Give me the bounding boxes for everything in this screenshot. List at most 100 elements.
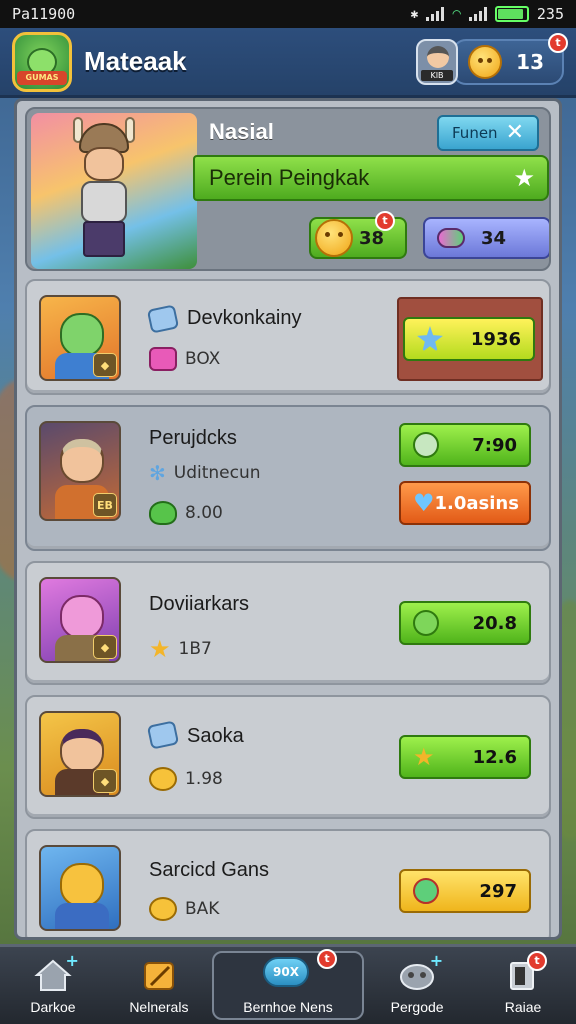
nav-label: Raiae xyxy=(504,998,542,1015)
price-button[interactable]: 297 xyxy=(399,869,531,913)
coin-icon xyxy=(315,219,353,257)
profile-tag: KIB xyxy=(421,69,453,81)
card-sub-row: BOX xyxy=(149,347,220,371)
notification-badge: t xyxy=(527,950,548,971)
profile-avatar[interactable]: KIB xyxy=(416,38,458,85)
price-button[interactable]: 20.8 xyxy=(399,601,531,645)
character-avatar xyxy=(39,845,121,931)
main-panel: Nasial Funen ✕ Perein Peingkak ★ 38 t 34… xyxy=(14,98,562,940)
card-title: Perujdcks xyxy=(149,427,237,449)
signal-icon xyxy=(468,7,487,21)
price-button-value: 1936 xyxy=(470,328,521,350)
status-bar: Pa11900 ✱ ◠ 235 xyxy=(0,0,576,28)
gear-coin-icon xyxy=(149,897,177,921)
card-stat-value: 1B7 xyxy=(178,639,212,659)
character-avatar: ◆ xyxy=(39,577,121,663)
carrier-text: Pa11900 xyxy=(12,5,76,23)
featured-hero-image xyxy=(31,113,197,269)
featured-tag-label: Funen xyxy=(452,124,498,142)
nav-item-exit[interactable]: t Raiae xyxy=(470,947,576,1024)
avatar-face-icon xyxy=(427,45,449,68)
nav-label: Darkoe xyxy=(30,998,76,1015)
card-sub-row: BAK xyxy=(149,897,219,921)
ticket-icon xyxy=(149,347,177,371)
badge-icon-text: 90X xyxy=(262,956,309,987)
star-icon: ★ xyxy=(513,164,535,192)
card-stat-value: 8.00 xyxy=(185,503,223,523)
level-badge: EB xyxy=(93,493,117,517)
card-desc: Uditnecun xyxy=(173,463,261,483)
app-header: GUMAS Mateaak KIB 13 t xyxy=(0,28,576,98)
featured-coin-value: 38 xyxy=(359,227,385,249)
featured-tag-button[interactable]: Funen ✕ xyxy=(437,115,539,151)
featured-gem-button[interactable]: 34 xyxy=(423,217,549,259)
nav-item-progress[interactable]: + Pergode xyxy=(364,947,470,1024)
price-button[interactable]: ★ 12.6 xyxy=(399,735,531,779)
promo-banner-label: Perein Peingkak xyxy=(209,165,370,190)
viking-hero-icon xyxy=(69,117,139,263)
card-sub-label: BAK xyxy=(185,899,220,919)
nav-item-minerals[interactable]: Nelnerals xyxy=(106,947,212,1024)
coin-count: 13 xyxy=(516,49,544,74)
exit-icon: t xyxy=(503,950,548,993)
gift-icon xyxy=(413,878,439,904)
promo-banner[interactable]: Perein Peingkak ★ xyxy=(193,155,549,201)
featured-title: Nasial xyxy=(209,119,274,144)
character-avatar: ◆ xyxy=(39,711,121,797)
battery-icon xyxy=(494,6,529,22)
list-item[interactable]: ◆ Devkonkainy BOX 1936 xyxy=(25,279,551,395)
nav-label: Pergode xyxy=(390,998,444,1015)
list-item[interactable]: ◆ Saoka 1.98 ★ 12.6 xyxy=(25,695,551,819)
shield-icon xyxy=(149,501,177,525)
nav-item-active[interactable]: 90X t Bernhoe Nens xyxy=(211,948,365,1020)
price-button[interactable]: 7:90 xyxy=(399,423,531,467)
price-button-value: 297 xyxy=(479,880,517,902)
price-button-value: 7:90 xyxy=(472,434,517,456)
bottom-nav: + Darkoe Nelnerals 90X t Bernhoe Nens + … xyxy=(0,944,576,1024)
nav-item-home[interactable]: + Darkoe xyxy=(0,947,106,1024)
notification-badge: t xyxy=(375,211,395,231)
app-title: Mateaak xyxy=(84,46,187,76)
star-icon: ★ xyxy=(413,743,435,771)
star-gem-icon xyxy=(417,326,443,352)
level-badge-icon: ◆ xyxy=(93,769,117,793)
card-stat-row: 1.98 xyxy=(149,767,223,791)
list-item[interactable]: EB Perujdcks ✻ Uditnecun 8.00 7:90 ♥ 1.0… xyxy=(25,405,551,551)
home-icon: + xyxy=(33,951,79,993)
character-avatar: ◆ xyxy=(39,295,121,381)
featured-gem-value: 34 xyxy=(481,227,507,249)
compass-icon xyxy=(413,432,439,458)
secondary-price-button[interactable]: ♥ 1.0asins xyxy=(399,481,531,525)
badge-icon: 90X t xyxy=(262,948,337,993)
notification-badge: t xyxy=(548,32,568,53)
coin-icon xyxy=(468,44,502,79)
featured-coin-button[interactable]: 38 t xyxy=(309,211,407,259)
price-button[interactable]: 1936 xyxy=(403,317,535,361)
signal-icon xyxy=(426,7,445,21)
leaf-icon xyxy=(413,610,439,636)
card-title: Devkonkainy xyxy=(187,307,302,329)
logo-text: GUMAS xyxy=(17,70,67,85)
heart-icon: ♥ xyxy=(413,489,435,517)
list-item[interactable]: ◆ Doviiarkars ★ 1B7 20.8 xyxy=(25,561,551,685)
nav-label: Bernhoe Nens xyxy=(243,998,333,1015)
card-stat-row: 8.00 xyxy=(149,501,223,525)
coin-balance[interactable]: 13 t xyxy=(452,32,568,85)
featured-card[interactable]: Nasial Funen ✕ Perein Peingkak ★ 38 t 34 xyxy=(25,107,551,271)
character-avatar: EB xyxy=(39,421,121,521)
card-title: Sarcicd Gans xyxy=(149,859,270,881)
coin-icon xyxy=(149,767,177,791)
card-stat-row: ★ 1B7 xyxy=(149,635,212,663)
level-badge-icon: ◆ xyxy=(93,353,117,377)
star-icon: ★ xyxy=(149,635,171,663)
price-button-value: 12.6 xyxy=(472,746,517,768)
card-title: Doviiarkars xyxy=(149,593,250,615)
snowflake-icon: ✻ xyxy=(149,461,166,485)
bluetooth-icon: ✱ xyxy=(410,6,419,22)
crate-icon xyxy=(146,720,180,750)
card-sub-label: BOX xyxy=(185,349,221,369)
app-logo[interactable]: GUMAS xyxy=(12,31,72,92)
close-icon[interactable]: ✕ xyxy=(506,122,524,144)
secondary-price-value: 1.0asins xyxy=(434,492,519,514)
list-item[interactable]: Sarcicd Gans BAK 297 xyxy=(25,829,551,937)
